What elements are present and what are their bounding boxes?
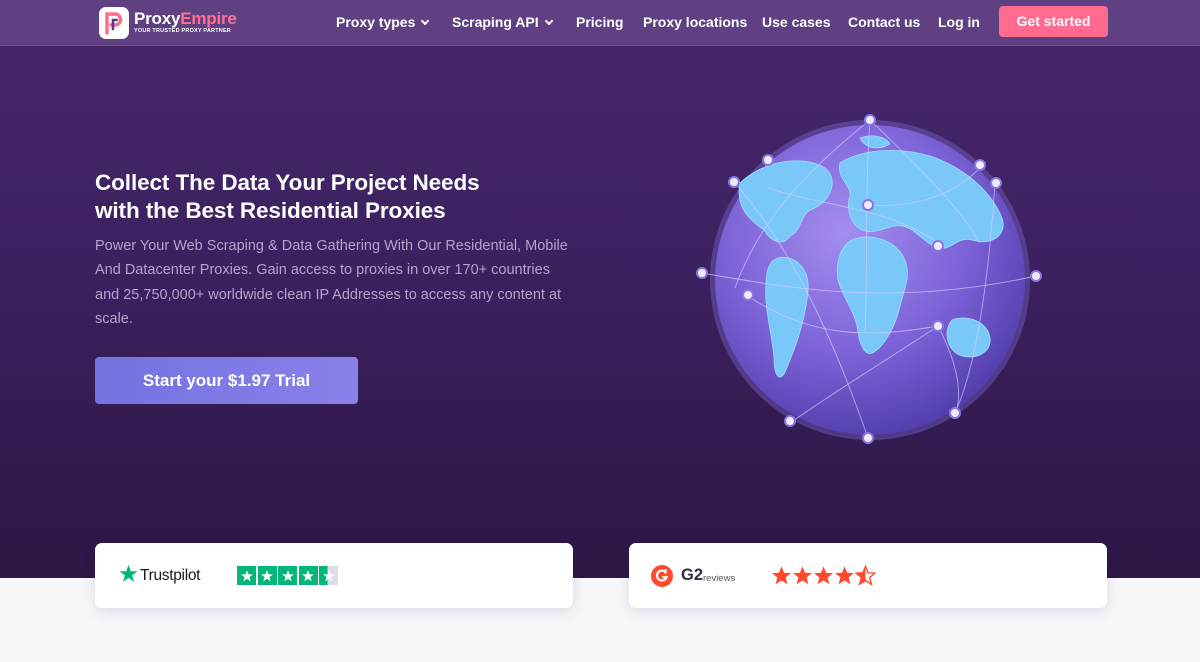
chevron-down-icon <box>544 16 553 26</box>
nav-scraping-api-label: Scraping API <box>452 14 539 30</box>
half-star-icon <box>855 565 876 586</box>
nav-pricing[interactable]: Pricing <box>576 13 623 31</box>
start-trial-button[interactable]: Start your $1.97 Trial <box>95 357 358 404</box>
hero-headline: Collect The Data Your Project Needs with… <box>95 169 595 225</box>
get-started-button[interactable]: Get started <box>999 6 1108 37</box>
nav-scraping-api[interactable]: Scraping API <box>452 13 553 31</box>
nav-proxy-types-label: Proxy types <box>336 14 416 30</box>
half-star-icon <box>319 566 338 585</box>
nav-log-in[interactable]: Log in <box>938 13 980 31</box>
g2-label: G2 <box>681 566 704 584</box>
star-icon <box>772 566 791 585</box>
g2-review-card[interactable]: 2 G2 reviews <box>629 543 1107 608</box>
proxyempire-logo-icon <box>99 7 129 39</box>
star-icon <box>814 566 833 585</box>
trustpilot-star-icon <box>119 564 138 582</box>
nav-proxy-types[interactable]: Proxy types <box>336 13 430 31</box>
star-icon <box>278 566 297 585</box>
nav-contact-us[interactable]: Contact us <box>848 13 920 31</box>
brand-tagline: YOUR TRUSTED PROXY PARTNER <box>134 28 231 34</box>
star-icon <box>257 566 277 585</box>
nav-proxy-locations[interactable]: Proxy locations <box>643 13 747 31</box>
star-icon <box>237 566 256 585</box>
globe-network-icon <box>696 114 1042 444</box>
hero-headline-line2: with the Best Residential Proxies <box>95 198 446 223</box>
star-icon <box>793 566 812 585</box>
g2-rating-stars <box>771 565 876 586</box>
trustpilot-review-card[interactable]: Trustpilot <box>95 543 573 608</box>
brand-name: ProxyEmpire <box>134 9 237 28</box>
trustpilot-label: Trustpilot <box>140 567 201 584</box>
hero-subtext: Power Your Web Scraping & Data Gathering… <box>95 238 568 327</box>
chevron-down-icon <box>421 16 430 26</box>
star-icon <box>835 566 854 585</box>
nav-use-cases[interactable]: Use cases <box>762 13 831 31</box>
brand-logo[interactable]: ProxyEmpire YOUR TRUSTED PROXY PARTNER <box>98 6 248 40</box>
hero-headline-line1: Collect The Data Your Project Needs <box>95 170 480 195</box>
top-navbar: ProxyEmpire YOUR TRUSTED PROXY PARTNER P… <box>0 0 1200 46</box>
star-icon <box>298 566 318 585</box>
trustpilot-rating-stars <box>237 566 338 585</box>
g2-logo-icon: 2 <box>651 565 673 587</box>
g2-reviews-label: reviews <box>703 573 736 584</box>
